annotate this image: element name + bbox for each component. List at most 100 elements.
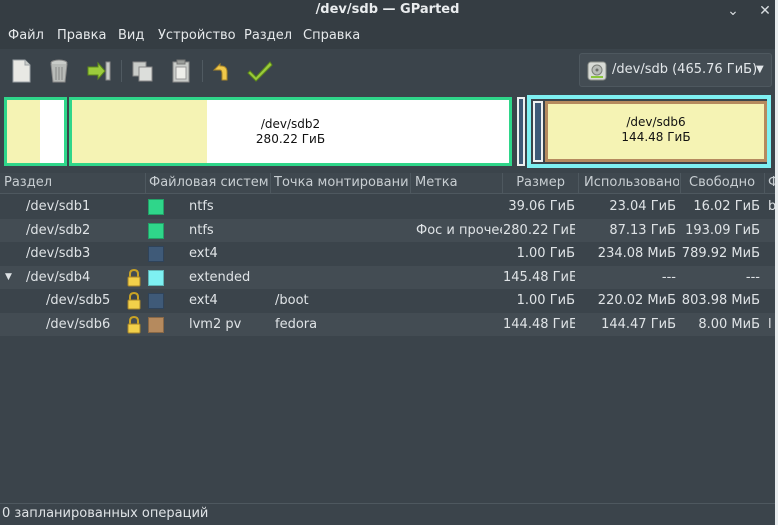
partition-size: 280.22 ГиБ [255, 132, 326, 146]
mount-point [275, 266, 407, 289]
partition-block-sdb5[interactable] [533, 101, 543, 162]
menu-view[interactable]: Вид [118, 22, 144, 49]
partition-flags [768, 219, 775, 242]
copy-icon[interactable] [128, 56, 158, 86]
device-selector[interactable]: /dev/sdb (465.76 ГиБ) ▼ [579, 53, 772, 87]
partition-label: Фос и прочее [416, 222, 502, 238]
partition-flags [768, 242, 775, 265]
partition-flags: l [768, 316, 772, 332]
column-header-mountpoint[interactable]: Точка монтирования [274, 173, 409, 194]
menu-help[interactable]: Справка [303, 22, 360, 49]
free-space: 193.09 ГиБ [685, 222, 760, 238]
filesystem-type: lvm2 pv [189, 316, 242, 332]
lock-icon [126, 315, 142, 334]
mount-point [275, 242, 407, 265]
filesystem-type: extended [189, 269, 251, 285]
partition-size: 144.48 ГиБ [621, 130, 691, 144]
used-space: --- [661, 269, 676, 285]
column-header-used[interactable]: Использовано [584, 173, 679, 194]
partition-block-sdb3[interactable] [517, 97, 525, 166]
title-bar[interactable]: /dev/sdb — GParted ⌄ ✕ [0, 0, 775, 22]
paste-icon[interactable] [166, 56, 196, 86]
partition-name: /dev/sdb2 [26, 222, 91, 238]
status-bar: 0 запланированных операций [0, 503, 775, 525]
partition-size: 144.48 ГиБ [503, 316, 575, 332]
partition-flags [768, 266, 775, 289]
mount-point: fedora [275, 316, 318, 332]
partition-label [416, 242, 502, 265]
table-row[interactable]: /dev/sdb3 ext4 1.00 ГиБ 234.08 МиБ 789.92 Ми… [0, 242, 775, 265]
column-header-flags[interactable]: Ф [768, 173, 775, 194]
partition-name: /dev/sdb5 [46, 293, 111, 308]
partition-block-sdb2[interactable]: /dev/sdb2 280.22 ГиБ [69, 97, 512, 166]
filesystem-color-swatch [148, 316, 164, 333]
delete-partition-icon[interactable] [44, 56, 74, 86]
lock-icon [126, 268, 142, 287]
partition-flags: b [768, 199, 775, 214]
used-space: 23.04 ГиБ [609, 199, 676, 214]
filesystem-color-swatch [148, 293, 164, 309]
menu-file[interactable]: Файл [8, 22, 44, 49]
close-icon[interactable]: ✕ [756, 2, 774, 20]
harddisk-icon [586, 60, 608, 82]
column-header-partition[interactable]: Раздел [4, 173, 144, 194]
column-header-label[interactable]: Метка [415, 173, 500, 194]
partition-block-sdb4[interactable]: /dev/sdb6 144.48 ГиБ [527, 95, 771, 168]
table-row[interactable]: /dev/sdb1 ntfs 39.06 ГиБ 23.04 ГиБ 16.02 ГиБ… [0, 195, 775, 218]
partition-name: /dev/sdb6 [626, 115, 686, 129]
menu-partition[interactable]: Раздел [244, 22, 292, 49]
filesystem-color-swatch [148, 269, 164, 286]
partition-size: 145.48 ГиБ [503, 269, 575, 285]
partition-name: /dev/sdb3 [26, 246, 91, 261]
table-row[interactable]: /dev/sdb5 ext4/boot 1.00 ГиБ 220.02 МиБ 803.… [0, 289, 775, 312]
mount-point [275, 219, 407, 242]
table-row[interactable]: ▼ /dev/sdb4 extended 145.48 ГиБ --- --- [0, 265, 775, 289]
undo-icon[interactable] [208, 56, 238, 86]
minimize-icon[interactable]: ⌄ [724, 2, 742, 20]
free-space: 803.98 МиБ [681, 293, 760, 308]
table-row[interactable]: /dev/sdb2 ntfs Фос и прочее 280.22 ГиБ 87.13… [0, 218, 775, 242]
filesystem-type: ntfs [189, 199, 214, 214]
menu-bar: Файл Правка Вид Устройство Раздел Справк… [0, 22, 775, 49]
column-header-filesystem[interactable]: Файловая система [149, 173, 269, 194]
partition-block-sdb6[interactable]: /dev/sdb6 144.48 ГиБ [545, 101, 767, 162]
device-label: /dev/sdb (465.76 ГиБ) [612, 62, 758, 77]
menu-edit[interactable]: Правка [57, 22, 106, 49]
partition-size: 1.00 ГиБ [516, 246, 575, 261]
toolbar-separator [202, 60, 203, 82]
partition-block-sdb1[interactable] [4, 97, 67, 166]
expander-icon[interactable]: ▼ [5, 266, 12, 289]
table-header: Раздел Файловая система Точка монтирован… [0, 173, 775, 194]
used-space: 234.08 МиБ [597, 246, 676, 261]
partition-name: /dev/sdb1 [26, 199, 91, 214]
partition-size: 280.22 ГиБ [503, 222, 575, 238]
apply-icon[interactable] [245, 56, 275, 86]
column-header-size[interactable]: Размер [503, 173, 575, 194]
used-space: 144.47 ГиБ [601, 316, 676, 332]
chevron-down-icon: ▼ [756, 64, 764, 75]
partition-label [416, 195, 502, 218]
free-space: 16.02 ГиБ [693, 199, 760, 214]
menu-device[interactable]: Устройство [158, 22, 236, 49]
table-row[interactable]: /dev/sdb6 lvm2 pv fedora 144.48 ГиБ 144.47 Г… [0, 312, 775, 336]
partition-name: /dev/sdb6 [46, 316, 111, 332]
free-space: --- [745, 269, 760, 285]
toolbar-separator [121, 60, 122, 82]
window-title: /dev/sdb — GParted [315, 2, 460, 17]
filesystem-type: ntfs [189, 222, 214, 238]
new-partition-icon[interactable] [6, 56, 36, 86]
filesystem-type: ext4 [189, 246, 218, 261]
filesystem-type: ext4 [189, 293, 218, 308]
mount-point: /boot [275, 293, 309, 308]
partition-size: 1.00 ГиБ [516, 293, 575, 308]
mount-point [275, 195, 407, 218]
resize-move-icon[interactable] [84, 56, 114, 86]
partition-label [416, 289, 502, 312]
lock-icon [126, 291, 142, 310]
column-header-free[interactable]: Свободно [689, 173, 764, 194]
filesystem-color-swatch [148, 222, 164, 239]
partition-label [416, 313, 502, 336]
gparted-window: /dev/sdb — GParted ⌄ ✕ Файл Правка Вид У… [0, 0, 775, 525]
used-space: 87.13 ГиБ [609, 222, 676, 238]
partition-table: Раздел Файловая система Точка монтирован… [0, 173, 775, 503]
